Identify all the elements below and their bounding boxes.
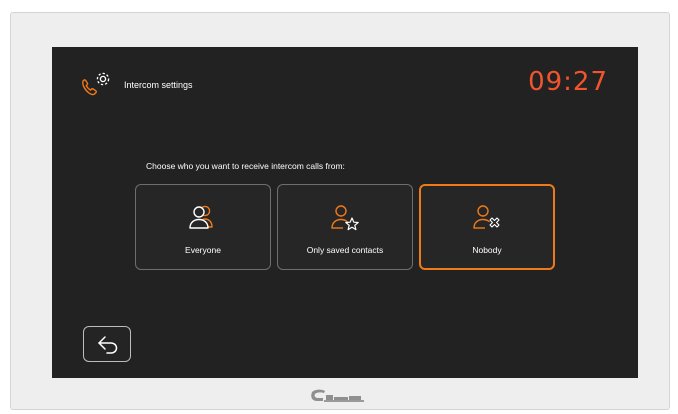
option-everyone[interactable]: Everyone [135,184,271,270]
users-icon [187,203,219,233]
clock: 09:27 [528,67,608,97]
option-label: Everyone [185,245,221,255]
option-saved-contacts[interactable]: Only saved contacts [277,184,413,270]
user-star-icon [329,203,361,233]
option-label: Nobody [472,245,502,255]
back-arrow-icon [98,336,118,354]
phone-gear-icon [79,71,115,99]
brand-logo [310,388,372,404]
user-x-icon [471,203,503,233]
option-label: Only saved contacts [306,245,384,255]
back-button[interactable] [83,326,131,362]
options-prompt: Choose who you want to receive intercom … [146,161,345,171]
page-title: Intercom settings [124,80,193,90]
option-nobody[interactable]: Nobody [419,184,555,270]
